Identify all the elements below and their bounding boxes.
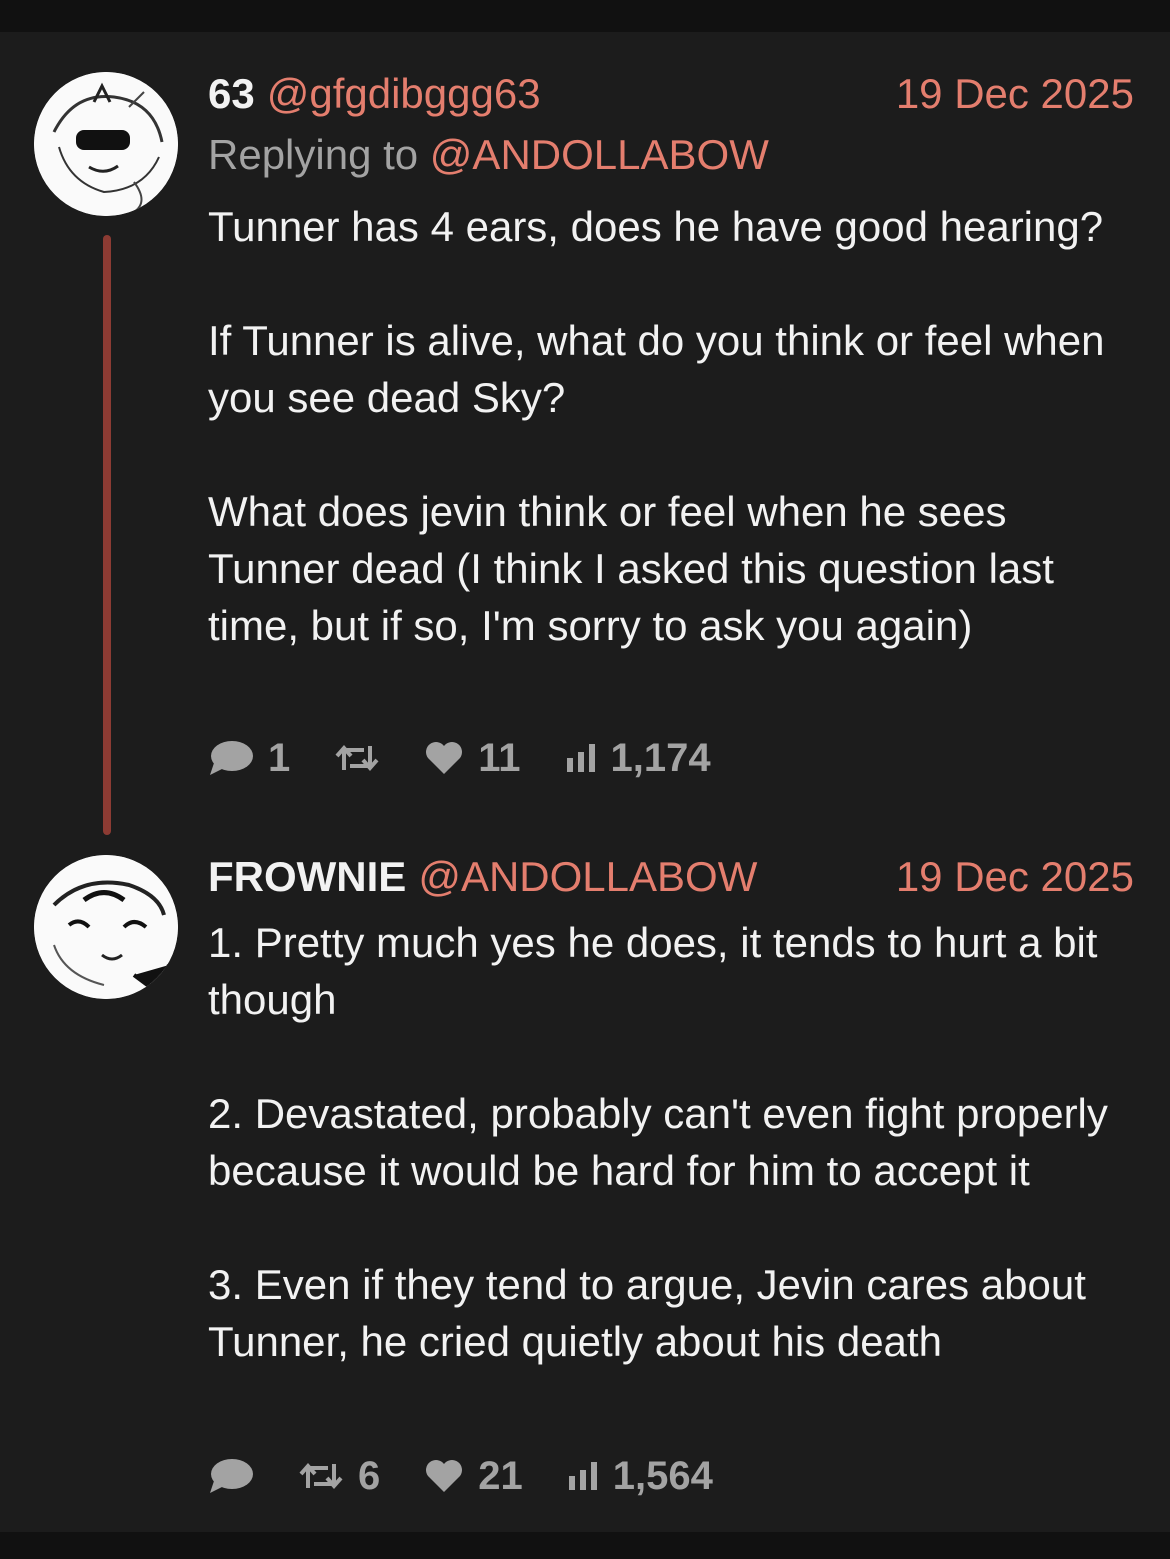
post-header: FROWNIE @ANDOLLABOW bbox=[208, 853, 757, 901]
bar-chart-icon bbox=[566, 744, 595, 772]
post-paragraph: 2. Devastated, probably can't even fight… bbox=[208, 1090, 1108, 1194]
replying-label: Replying to bbox=[208, 131, 419, 178]
repost-arrows-icon bbox=[335, 744, 379, 772]
repost-arrows-icon bbox=[299, 1462, 343, 1490]
post-paragraph: 3. Even if they tend to argue, Jevin car… bbox=[208, 1261, 1086, 1365]
display-name[interactable]: FROWNIE bbox=[208, 853, 406, 900]
replying-handle[interactable]: @ANDOLLABOW bbox=[430, 131, 769, 178]
avatar-frownie[interactable] bbox=[34, 855, 178, 999]
user-handle[interactable]: @gfgdibggg63 bbox=[267, 70, 541, 117]
post-body: 1. Pretty much yes he does, it tends to … bbox=[208, 914, 1138, 1370]
replying-to: Replying to @ANDOLLABOW bbox=[208, 127, 769, 183]
repost-button[interactable]: 6 bbox=[298, 1454, 380, 1499]
post-date[interactable]: 19 Dec 2025 bbox=[896, 853, 1134, 901]
reply-count: 1 bbox=[268, 735, 291, 780]
repost-button[interactable] bbox=[334, 740, 380, 776]
speech-bubble-icon bbox=[210, 1459, 253, 1493]
reply-button[interactable] bbox=[208, 1457, 254, 1495]
like-count: 21 bbox=[478, 1453, 523, 1498]
heart-icon bbox=[426, 1460, 463, 1492]
avatar-63[interactable] bbox=[34, 72, 178, 216]
view-count: 1,564 bbox=[612, 1453, 713, 1498]
post-body: Tunner has 4 ears, does he have good hea… bbox=[208, 198, 1138, 654]
post-date[interactable]: 19 Dec 2025 bbox=[896, 70, 1134, 118]
reply-button[interactable]: 1 bbox=[208, 736, 290, 781]
post-header: 63 @gfgdibggg63 bbox=[208, 70, 541, 118]
views-button[interactable]: 1,174 bbox=[565, 736, 711, 781]
speech-bubble-icon bbox=[210, 741, 253, 775]
display-name[interactable]: 63 bbox=[208, 70, 255, 117]
repost-count: 6 bbox=[358, 1453, 381, 1498]
sketch-character-avatar-icon bbox=[34, 855, 178, 999]
post-paragraph: If Tunner is alive, what do you think or… bbox=[208, 317, 1105, 421]
like-button[interactable]: 21 bbox=[424, 1454, 523, 1499]
post-stats: 1 11 1,174 bbox=[208, 734, 755, 782]
post-paragraph: Tunner has 4 ears, does he have good hea… bbox=[208, 203, 1104, 250]
user-handle[interactable]: @ANDOLLABOW bbox=[418, 853, 757, 900]
post-stats: 6 21 1,564 bbox=[208, 1452, 757, 1500]
thread-connector-line bbox=[103, 235, 111, 835]
post-paragraph: What does jevin think or feel when he se… bbox=[208, 488, 1054, 649]
bar-chart-icon bbox=[568, 1462, 597, 1490]
views-button[interactable]: 1,564 bbox=[567, 1454, 713, 1499]
like-button[interactable]: 11 bbox=[424, 735, 521, 781]
heart-icon bbox=[426, 742, 463, 774]
like-count: 11 bbox=[478, 735, 521, 780]
post-paragraph: 1. Pretty much yes he does, it tends to … bbox=[208, 919, 1098, 1023]
sketch-character-avatar-icon bbox=[34, 72, 178, 216]
view-count: 1,174 bbox=[610, 735, 711, 780]
